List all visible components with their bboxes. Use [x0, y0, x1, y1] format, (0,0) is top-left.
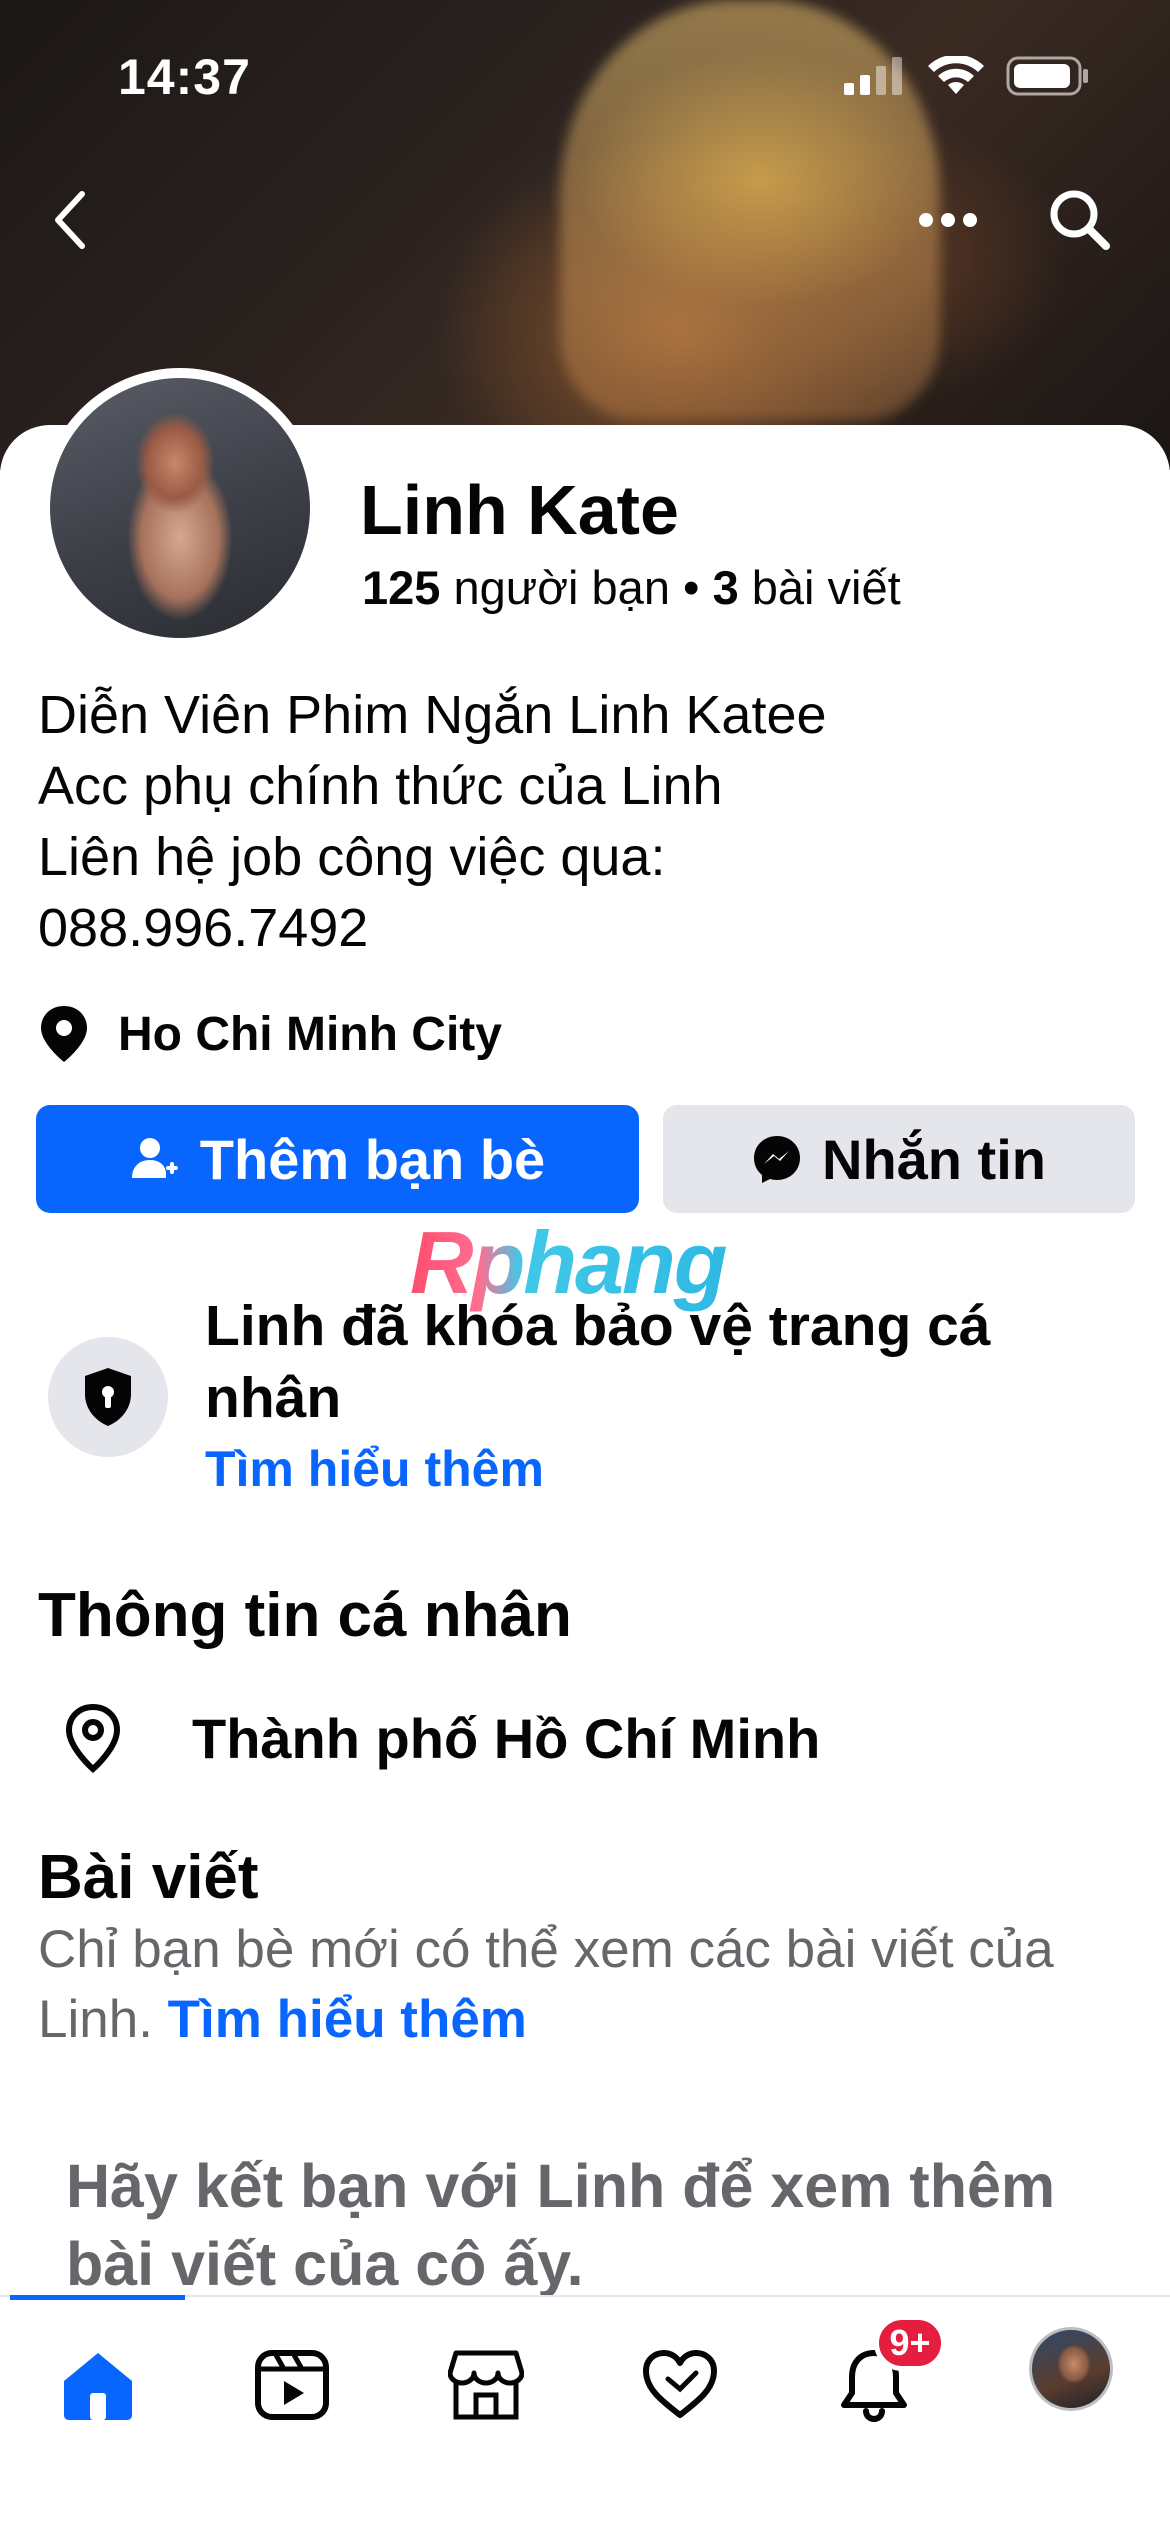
posts-learn-more-link[interactable]: Tìm hiểu thêm — [168, 1990, 527, 2049]
friend-hint-text: Hãy kết bạn với Linh để xem thêm bài viế… — [66, 2152, 1056, 2298]
message-label: Nhắn tin — [822, 1127, 1046, 1191]
shield-lock-icon — [85, 1368, 131, 1426]
posts-label: bài viết — [751, 561, 901, 614]
home-icon — [64, 2353, 132, 2420]
add-friend-button[interactable]: Thêm bạn bè — [36, 1105, 639, 1213]
add-friend-label: Thêm bạn bè — [199, 1127, 546, 1191]
battery-icon — [1006, 56, 1088, 96]
bio-line: Acc phụ chính thức của Linh — [38, 756, 723, 816]
lock-shield-badge — [48, 1337, 168, 1457]
search-button[interactable] — [1040, 180, 1120, 260]
video-icon — [255, 2350, 329, 2420]
profile-avatar[interactable] — [50, 378, 310, 638]
stats-separator: • — [683, 561, 700, 614]
tab-marketplace[interactable] — [438, 2337, 534, 2433]
messenger-icon — [754, 1136, 800, 1183]
posts-title: Bài viết — [38, 1843, 259, 1912]
lock-notice-text: Linh đã khóa bảo vệ trang cá nhân — [205, 1294, 991, 1430]
back-button[interactable] — [30, 180, 110, 260]
location-pin-icon — [41, 1006, 87, 1062]
more-dots-icon — [919, 213, 977, 227]
posts-privacy-text: Chỉ bạn bè mới có thể xem các bài viết c… — [38, 1915, 1138, 2055]
tab-dating[interactable] — [632, 2337, 728, 2433]
status-time: 14:37 — [118, 49, 251, 105]
heart-icon — [643, 2350, 717, 2418]
cellular-signal-icon — [844, 57, 902, 95]
status-icons — [844, 56, 1090, 96]
bottom-tab-bar: 9+ — [0, 2295, 1170, 2532]
learn-more-link[interactable]: Tìm hiểu thêm — [205, 1440, 544, 1498]
personal-info-city: Thành phố Hồ Chí Minh — [62, 1703, 820, 1773]
profile-bio: Diễn Viên Phim Ngắn Linh Katee Acc phụ c… — [38, 680, 827, 964]
tab-home[interactable] — [50, 2337, 146, 2433]
profile-avatar-ring[interactable] — [40, 368, 320, 648]
location-text: Ho Chi Minh City — [118, 1007, 502, 1061]
bio-line: 088.996.7492 — [38, 898, 369, 958]
bio-line: Liên hệ job công việc qua: — [38, 827, 666, 887]
message-button[interactable]: Nhắn tin — [663, 1105, 1135, 1213]
city-text: Thành phố Hồ Chí Minh — [192, 1706, 821, 1770]
friends-count[interactable]: 125 — [362, 561, 440, 614]
bio-line: Diễn Viên Phim Ngắn Linh Katee — [38, 685, 827, 745]
add-friend-icon — [131, 1138, 178, 1178]
location-outline-icon — [65, 1703, 121, 1773]
profile-stats: 125 người bạn • 3 bài viết — [362, 560, 901, 615]
profile-location: Ho Chi Minh City — [38, 1004, 502, 1064]
search-icon — [1050, 190, 1110, 250]
marketplace-icon — [448, 2350, 524, 2420]
wifi-icon — [928, 56, 984, 94]
chevron-left-icon — [55, 191, 85, 249]
posts-count: 3 — [712, 561, 739, 614]
notification-badge: 9+ — [874, 2315, 946, 2371]
tab-profile-avatar[interactable] — [1029, 2327, 1113, 2411]
profile-name: Linh Kate — [360, 471, 679, 549]
more-options-button[interactable] — [908, 180, 988, 260]
friends-label[interactable]: người bạn — [453, 561, 669, 614]
active-tab-indicator — [10, 2295, 185, 2300]
personal-info-title: Thông tin cá nhân — [38, 1581, 572, 1650]
tab-video[interactable] — [244, 2337, 340, 2433]
status-bar: 14:37 — [0, 0, 1170, 150]
